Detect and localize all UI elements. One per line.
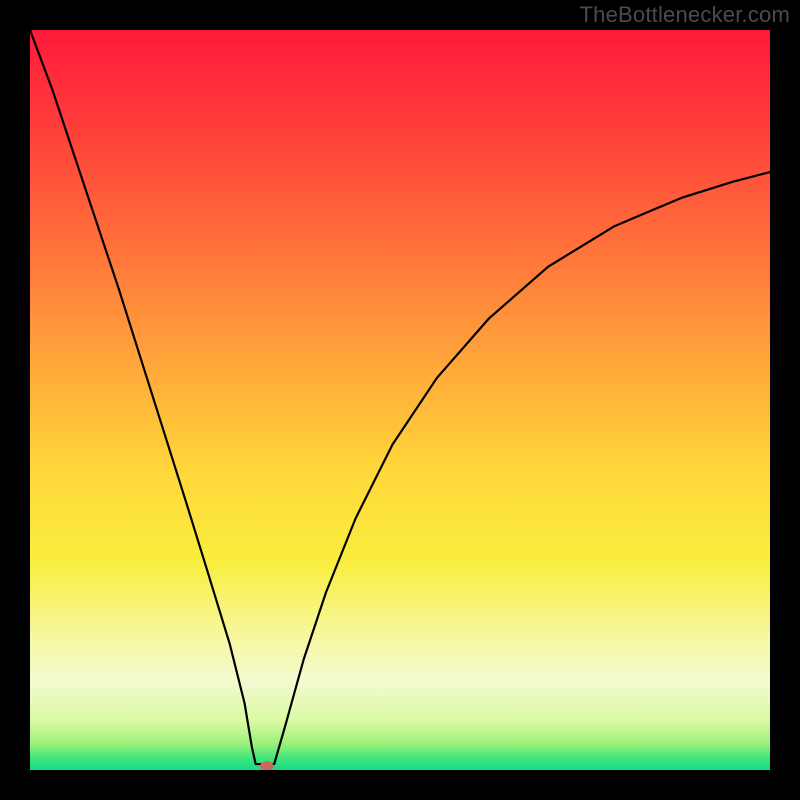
chart-frame: TheBottlenecker.com (0, 0, 800, 800)
watermark-text: TheBottlenecker.com (580, 2, 790, 28)
bottleneck-chart (30, 30, 770, 770)
plot-area (30, 30, 770, 770)
gradient-background (30, 30, 770, 770)
